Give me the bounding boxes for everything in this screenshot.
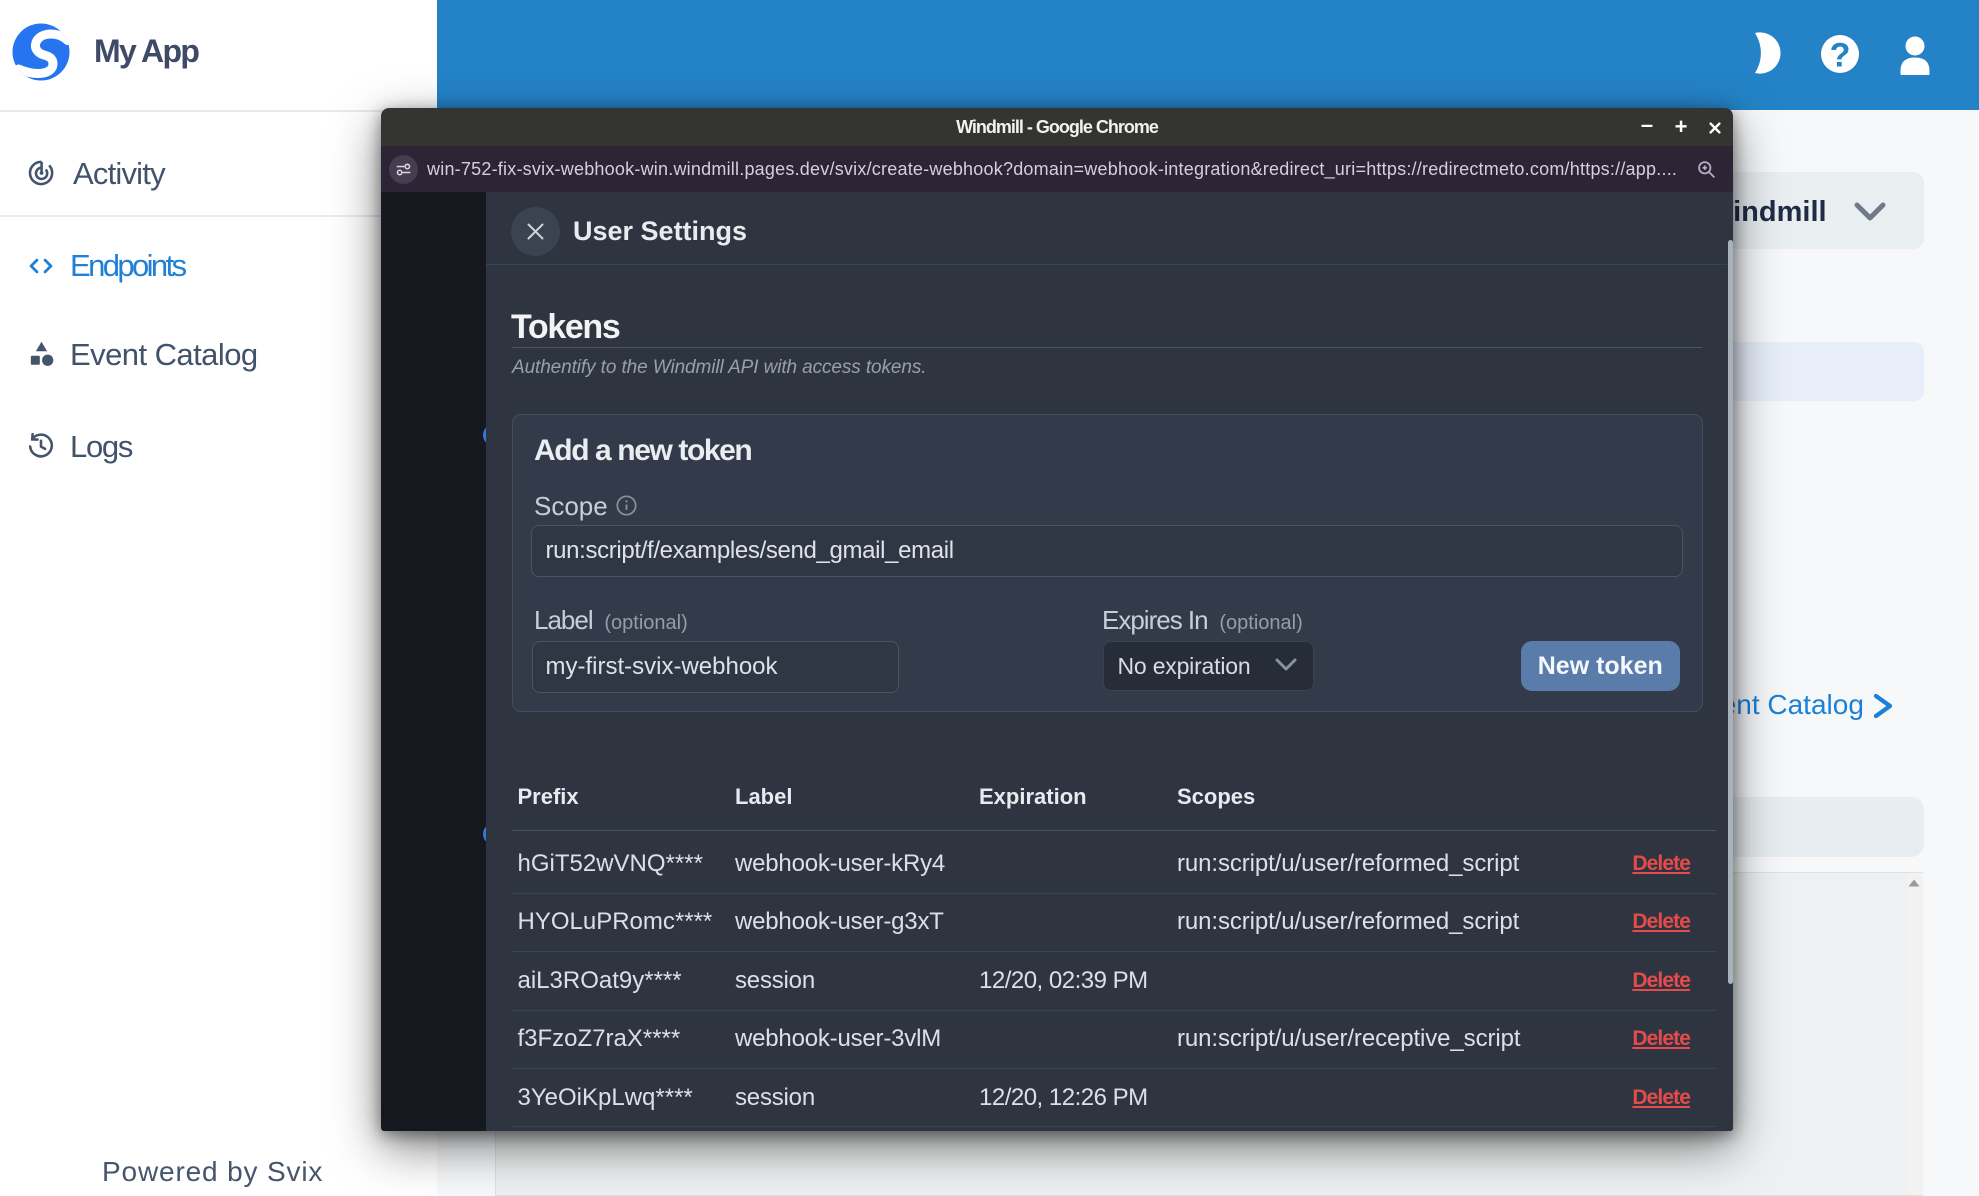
svg-text:?: ? — [1830, 37, 1851, 75]
